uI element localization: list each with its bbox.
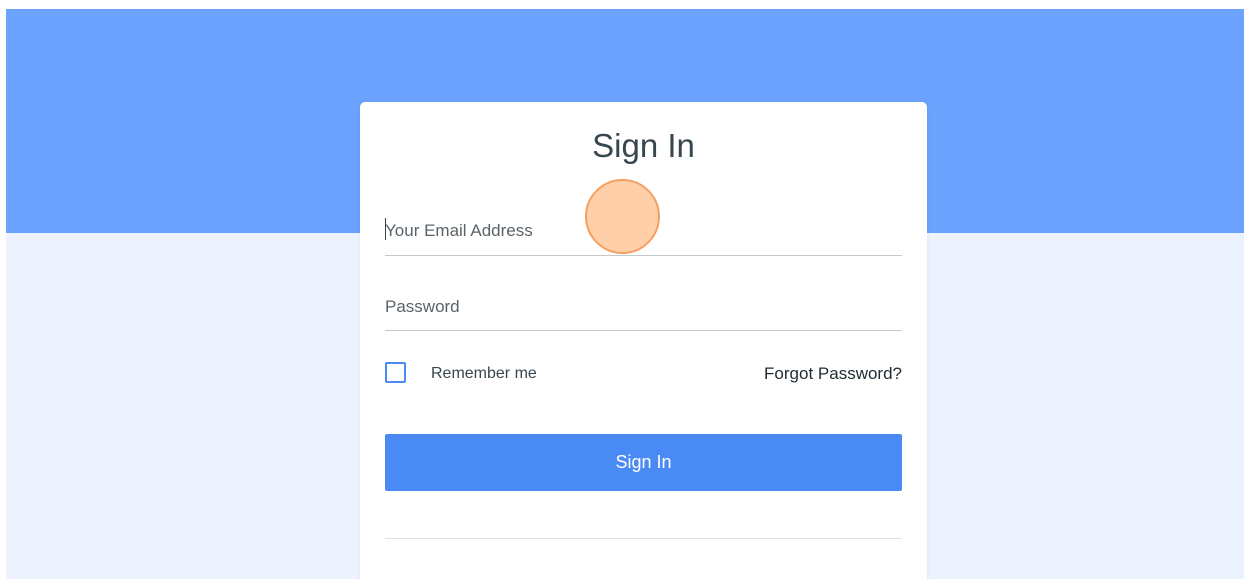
remember-me-checkbox[interactable] xyxy=(385,362,406,383)
divider xyxy=(385,538,902,539)
password-field[interactable] xyxy=(385,283,902,331)
remember-me-label[interactable]: Remember me xyxy=(431,365,537,383)
sign-in-button[interactable]: Sign In xyxy=(385,434,902,491)
page-frame: Sign In Remember me Forgot Password? Sig… xyxy=(6,9,1244,579)
page-title: Sign In xyxy=(592,127,695,164)
forgot-password-link[interactable]: Forgot Password? xyxy=(764,364,902,384)
email-field[interactable] xyxy=(385,207,902,256)
text-cursor xyxy=(385,218,386,240)
sign-in-card: Sign In Remember me Forgot Password? Sig… xyxy=(360,102,927,579)
